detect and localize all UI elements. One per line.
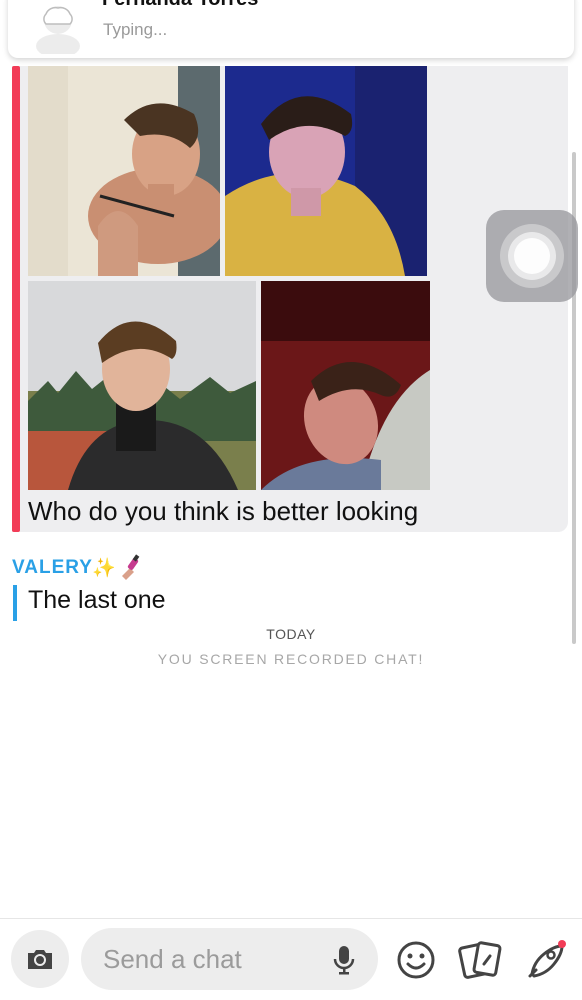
reply-accent-bar [13, 585, 17, 621]
typing-status: Typing... [103, 20, 168, 39]
sparkles-emoji: ✨ [92, 558, 116, 579]
camera-button[interactable] [11, 930, 69, 988]
chat-input[interactable] [103, 940, 323, 978]
message-text: Who do you think is better looking [28, 496, 419, 526]
emoji-icon[interactable] [396, 940, 436, 980]
cards-icon[interactable] [458, 940, 502, 980]
photo-1[interactable] [28, 66, 220, 276]
assistive-touch-button[interactable] [486, 210, 578, 302]
reply-text: The last one [28, 586, 166, 614]
photo-4[interactable] [261, 281, 430, 490]
date-separator: TODAY [266, 626, 316, 642]
sender-name: VALERY [12, 557, 93, 578]
screen-record-notice: YOU SCREEN RECORDED CHAT! [157, 651, 425, 667]
photo-3[interactable] [28, 281, 256, 490]
rocket-icon[interactable] [524, 938, 568, 982]
contact-name: Fernanda Torres [102, 0, 258, 10]
composer-divider [0, 918, 582, 919]
avatar[interactable] [28, 0, 88, 54]
photo-2[interactable] [225, 66, 427, 276]
microphone-icon[interactable] [333, 945, 355, 975]
chat-input-container[interactable] [81, 928, 378, 990]
sender-accent-bar [12, 66, 20, 532]
nail-polish-icon [122, 554, 140, 580]
camera-icon [28, 950, 52, 969]
chat-header[interactable]: Fernanda Torres Typing... [8, 0, 574, 58]
